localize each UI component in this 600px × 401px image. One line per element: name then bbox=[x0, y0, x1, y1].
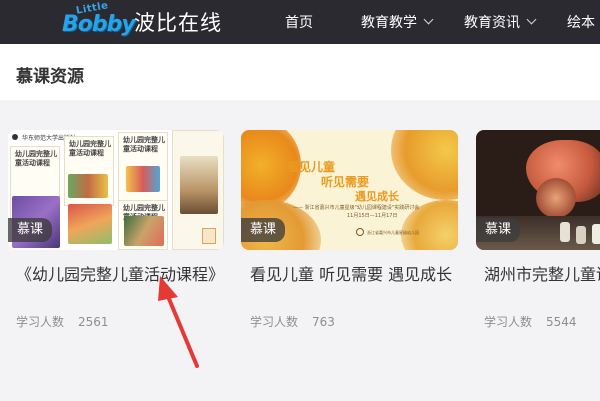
nav-item-education-news[interactable]: 教育资讯 bbox=[464, 12, 537, 32]
chevron-down-icon bbox=[423, 14, 434, 25]
course-title-1[interactable]: 《幼儿园完整儿童活动课程》 bbox=[16, 263, 226, 287]
child-photo bbox=[68, 174, 108, 198]
child-figure bbox=[576, 226, 586, 244]
learner-count-2: 学习人数 763 bbox=[250, 315, 335, 329]
learner-count-1: 学习人数 2561 bbox=[16, 315, 109, 329]
learner-count-3: 学习人数 5544 bbox=[484, 315, 577, 329]
stage-projection bbox=[536, 178, 576, 218]
poster-date: 11月15日—11月17日 bbox=[347, 213, 398, 219]
child-photo bbox=[126, 166, 160, 192]
mooc-badge: 慕课 bbox=[476, 218, 520, 242]
top-navigation-bar: Little Bobby 波比在线 首页 教育教学 教育资讯 绘本 bbox=[0, 0, 600, 44]
poster-subtitle: —— 浙江省嘉兴市儿童星级"幼儿园课程建设"实践研讨会 bbox=[293, 205, 420, 211]
nav-item-home[interactable]: 首页 bbox=[285, 12, 313, 32]
site-logo[interactable]: Little Bobby bbox=[62, 0, 136, 41]
seal-stamp bbox=[202, 228, 216, 244]
child-photo bbox=[124, 216, 164, 246]
organizer-logo-icon bbox=[356, 228, 364, 236]
arrow-shaft bbox=[165, 292, 199, 368]
chevron-down-icon bbox=[526, 14, 537, 25]
nav-item-education-teaching[interactable]: 教育教学 bbox=[361, 12, 434, 32]
nav-item-picture-books[interactable]: 绘本 bbox=[567, 12, 595, 32]
course-title-3[interactable]: 湖州市完整儿童课 bbox=[484, 263, 600, 287]
course-thumbnail-3[interactable]: 慕课 bbox=[476, 130, 600, 250]
mooc-badge: 慕课 bbox=[8, 218, 52, 242]
course-thumbnail-2[interactable]: 看见儿童 听见需要 遇见成长 —— 浙江省嘉兴市儿童星级"幼儿园课程建设"实践研… bbox=[241, 130, 458, 250]
publisher-logo-icon bbox=[12, 134, 18, 140]
child-figure bbox=[560, 222, 570, 242]
poster-organizer: 浙江省嘉兴市儿童星级幼儿园 bbox=[367, 230, 419, 235]
poster-headline: 遇见成长 bbox=[355, 190, 399, 203]
mooc-badge: 慕课 bbox=[241, 218, 285, 242]
child-photo bbox=[68, 204, 112, 244]
section-title: 慕课资源 bbox=[16, 67, 84, 87]
site-name[interactable]: 波比在线 bbox=[134, 7, 222, 37]
child-figure bbox=[592, 224, 600, 244]
child-photo bbox=[180, 156, 218, 214]
autumn-leaves bbox=[391, 130, 458, 200]
course-thumbnail-1[interactable]: 华东师范大学出版社 幼儿园完整儿童活动课程 幼儿园完整儿童活动课程 幼儿园完整儿… bbox=[8, 130, 224, 250]
course-title-2[interactable]: 看见儿童 听见需要 遇见成长 bbox=[250, 263, 460, 287]
section-header bbox=[0, 44, 600, 100]
